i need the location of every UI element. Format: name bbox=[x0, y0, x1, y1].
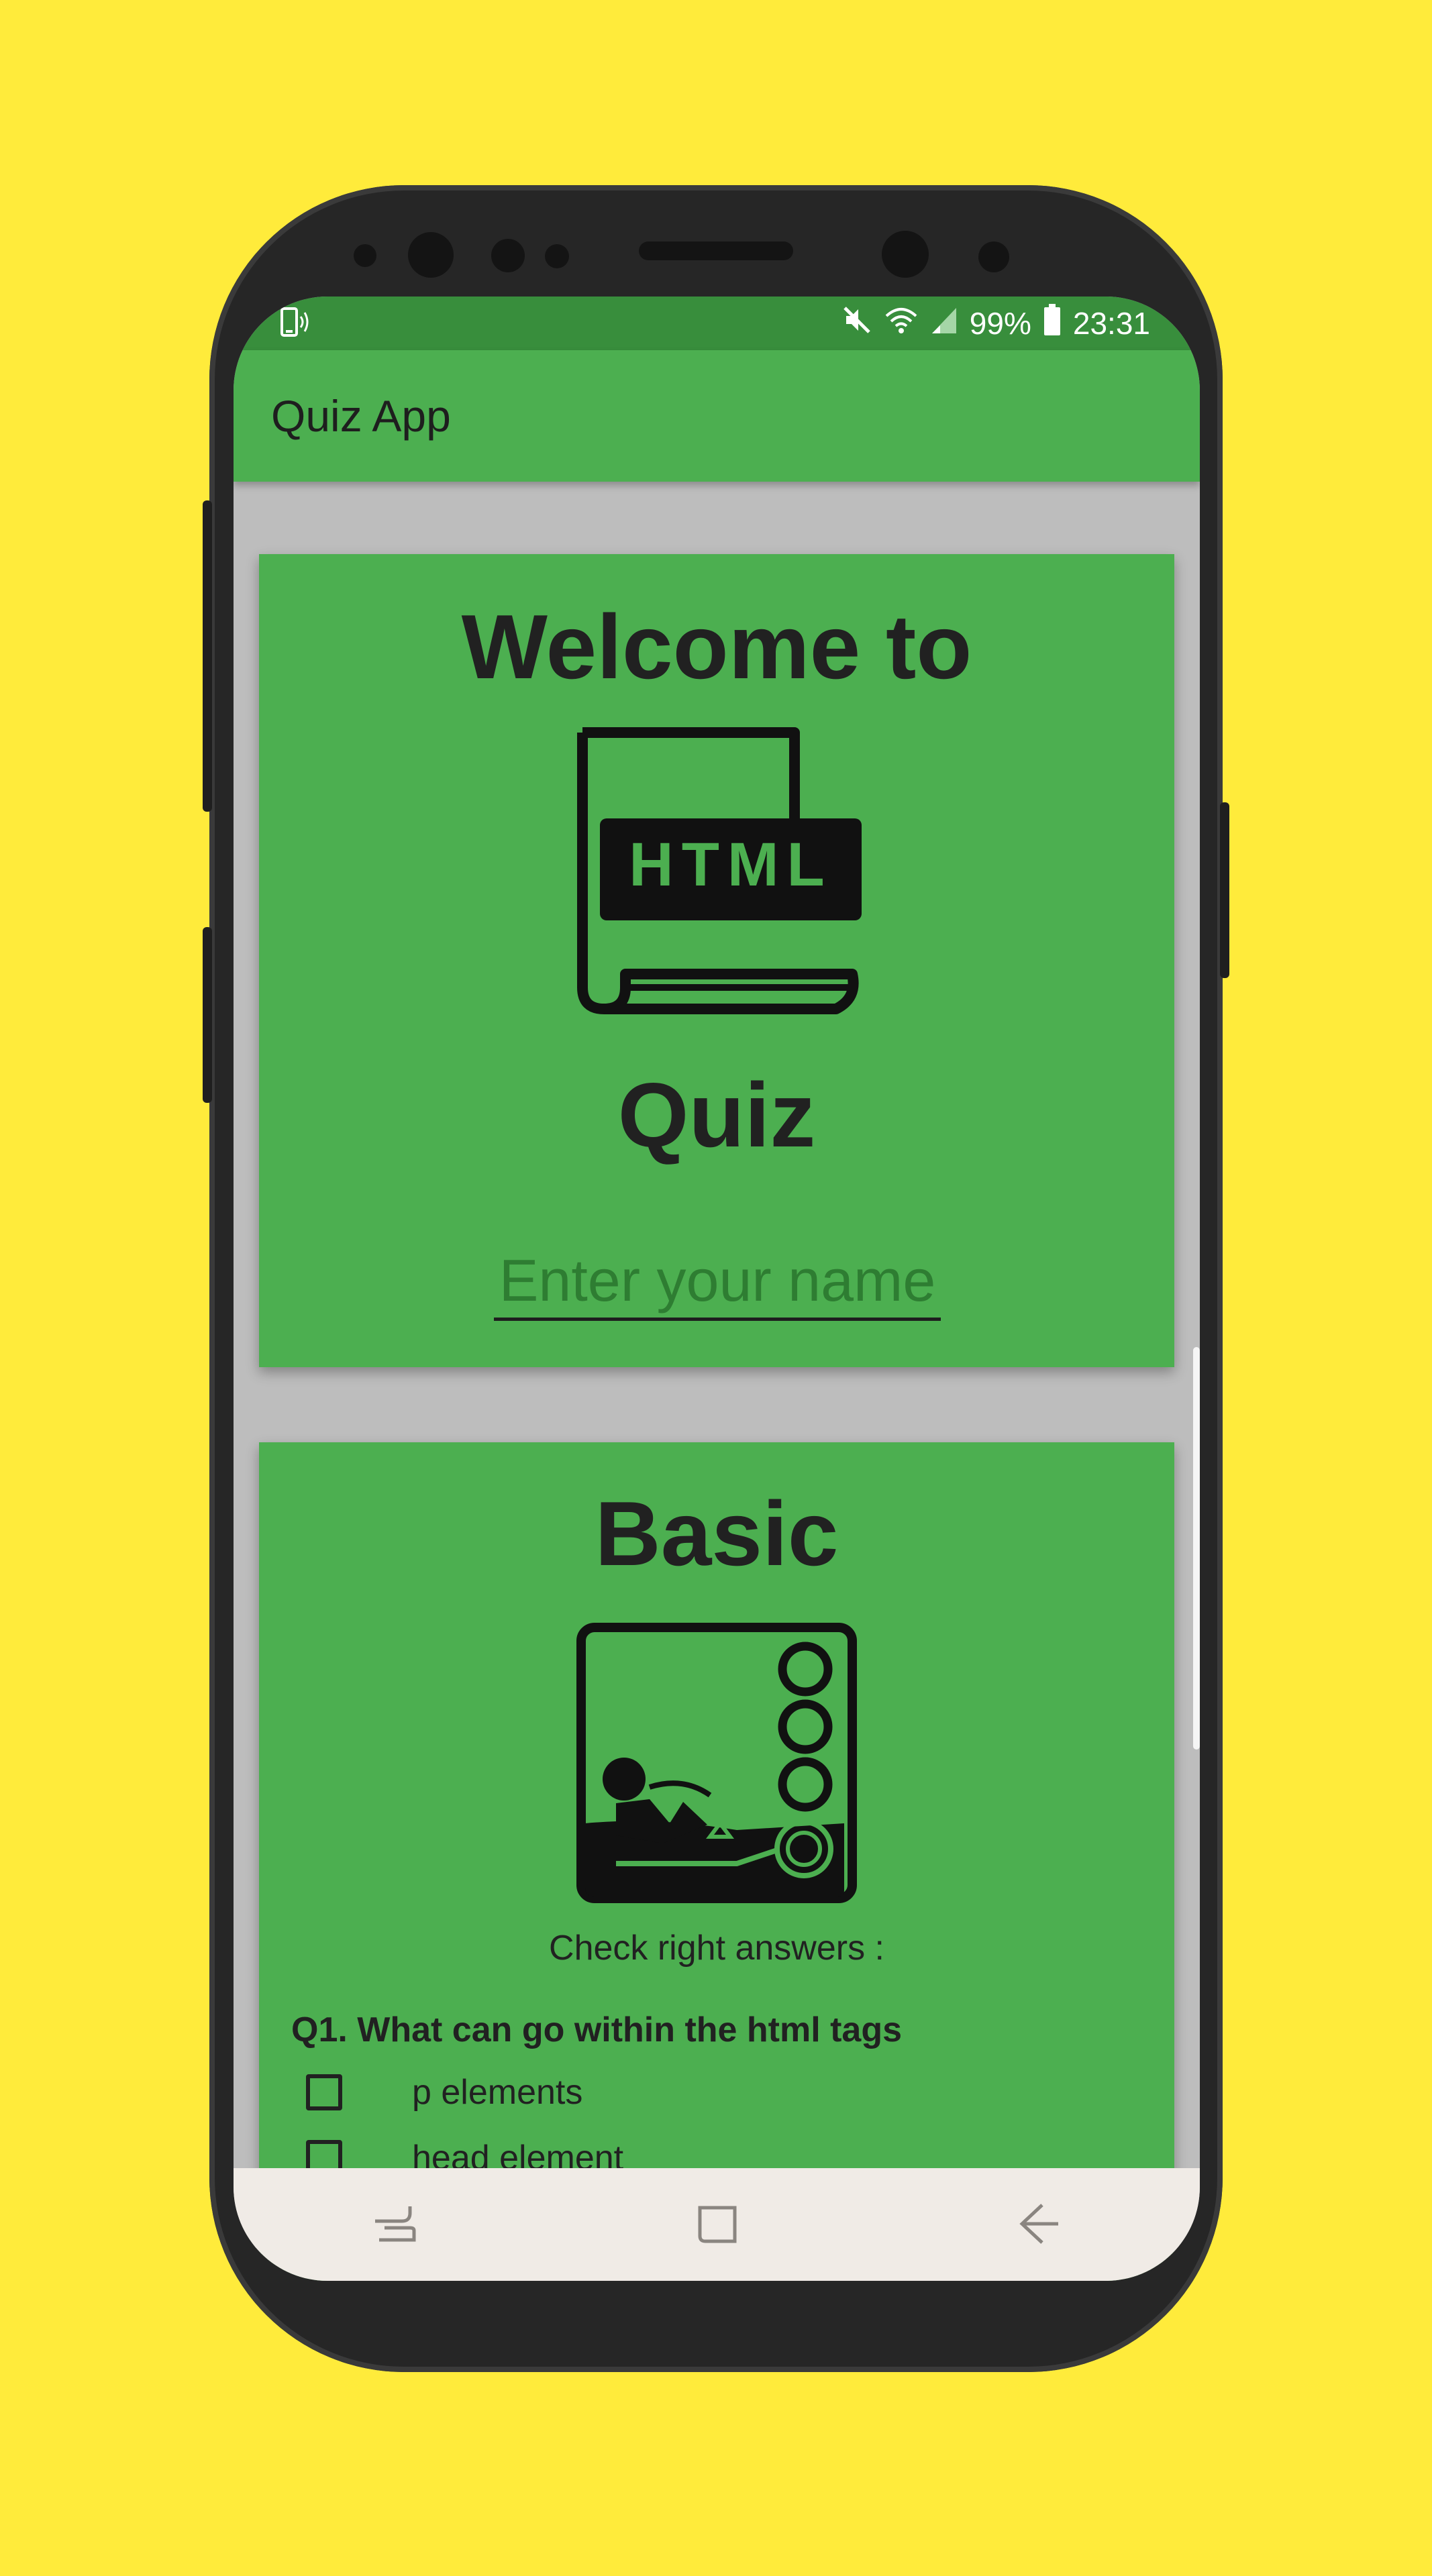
option-p-elements[interactable]: p elements bbox=[306, 2070, 582, 2114]
app-title: Quiz App bbox=[271, 391, 451, 441]
signal-icon bbox=[931, 305, 958, 342]
sensor-dot bbox=[978, 241, 1009, 272]
basic-card: Basic Check right answers : Q1. What can… bbox=[259, 1442, 1174, 2281]
home-icon[interactable] bbox=[683, 2191, 750, 2258]
option-checkbox[interactable] bbox=[306, 2074, 342, 2110]
app-bar: Quiz App bbox=[234, 350, 1200, 482]
iris-camera bbox=[882, 231, 929, 278]
sensor-dot bbox=[491, 239, 525, 272]
welcome-card: Welcome to HTML Quiz bbox=[259, 554, 1174, 1367]
volume-button bbox=[203, 500, 212, 812]
earpiece-speaker bbox=[639, 241, 793, 260]
front-camera bbox=[408, 232, 454, 278]
back-icon[interactable] bbox=[1005, 2191, 1072, 2258]
recent-apps-icon[interactable] bbox=[361, 2191, 428, 2258]
status-right: 99% 23:31 bbox=[842, 297, 1150, 350]
battery-percent: 99% bbox=[969, 306, 1031, 341]
html-file-icon: HTML bbox=[573, 727, 862, 1016]
bixby-button bbox=[203, 927, 212, 1103]
instruction-text: Check right answers : bbox=[549, 1929, 884, 1968]
sensor-dot bbox=[354, 244, 376, 267]
sensor-dot bbox=[545, 244, 569, 268]
mute-icon bbox=[842, 305, 872, 342]
device-screen: 99% 23:31 Quiz App Welcome to HTML Quiz … bbox=[234, 297, 1200, 2281]
navigation-bar bbox=[234, 2168, 1200, 2281]
quiz-title: Quiz bbox=[617, 1064, 816, 1166]
vibrate-phone-icon bbox=[279, 306, 310, 341]
option-label: p elements bbox=[412, 2073, 583, 2112]
wifi-icon bbox=[884, 305, 919, 342]
basic-title: Basic bbox=[595, 1483, 839, 1585]
relax-quiz-icon bbox=[576, 1622, 858, 1904]
html-logo-text: HTML bbox=[629, 830, 832, 899]
scroll-content[interactable]: Welcome to HTML Quiz Basic bbox=[234, 482, 1200, 2281]
clock: 23:31 bbox=[1072, 306, 1150, 341]
status-bar: 99% 23:31 bbox=[234, 297, 1200, 350]
power-button bbox=[1220, 802, 1229, 978]
battery-icon bbox=[1043, 303, 1061, 343]
name-input[interactable] bbox=[494, 1244, 941, 1321]
scrollbar-thumb[interactable] bbox=[1193, 1347, 1200, 1750]
welcome-title: Welcome to bbox=[461, 596, 972, 698]
question-q1: Q1. What can go within the html tags bbox=[291, 2010, 903, 2049]
